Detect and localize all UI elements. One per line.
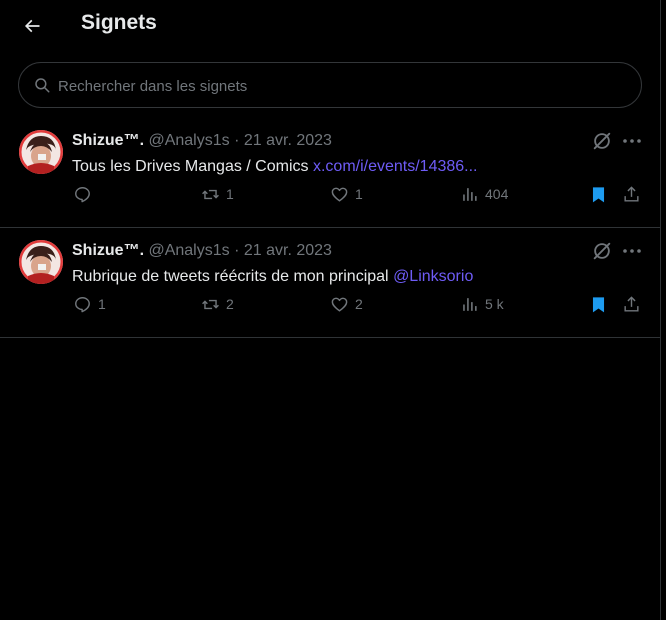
heart-icon — [331, 297, 348, 312]
retweet-button[interactable]: 2 — [201, 292, 234, 316]
author-name[interactable]: Shizue™. — [72, 242, 144, 259]
views-button[interactable]: 404 — [460, 182, 508, 206]
page-title: Signets — [81, 11, 157, 34]
retweet-count: 2 — [226, 296, 234, 312]
share-icon — [624, 295, 639, 312]
views-count: 404 — [485, 186, 509, 202]
share-button[interactable] — [622, 292, 641, 316]
more-options-icon[interactable] — [620, 130, 644, 152]
retweet-icon — [202, 299, 219, 309]
tweet-text: Rubrique de tweets réécrits de mon princ… — [72, 268, 473, 286]
page-header: Signets — [0, 0, 661, 52]
views-button[interactable]: 5 k — [460, 292, 504, 316]
like-count: 1 — [355, 186, 363, 202]
avatar[interactable] — [19, 130, 63, 174]
reply-icon — [75, 186, 90, 202]
search-box[interactable] — [18, 62, 642, 109]
author-handle[interactable]: @Analys1s — [148, 242, 229, 259]
avatar[interactable] — [19, 240, 63, 284]
grok-icon[interactable] — [591, 240, 613, 262]
like-button[interactable]: 2 — [330, 292, 363, 316]
like-button[interactable]: 1 — [330, 182, 363, 206]
tweet-link[interactable]: x.com/i/events/14386... — [313, 158, 478, 175]
share-button[interactable] — [622, 182, 641, 206]
bookmark-icon — [592, 186, 605, 202]
like-count: 2 — [355, 296, 363, 312]
tweet-body: Tous les Drives Mangas / Comics — [72, 158, 309, 175]
author-name[interactable]: Shizue™. — [72, 132, 144, 149]
tweet-text: Tous les Drives Mangas / Comics x.com/i/… — [72, 158, 478, 176]
bookmark-button[interactable] — [589, 292, 608, 316]
retweet-icon — [202, 189, 219, 199]
views-icon — [463, 297, 477, 311]
bookmark-icon — [592, 296, 605, 312]
views-icon — [463, 187, 477, 201]
reply-button[interactable]: 1 — [73, 292, 106, 316]
reply-icon — [75, 296, 90, 312]
tweet-item[interactable]: Shizue™. @Analys1s · 21 avr. 2023 Rubriq… — [0, 228, 661, 338]
dot-separator: · — [234, 132, 240, 149]
author-handle[interactable]: @Analys1s — [148, 132, 229, 149]
reply-count: 1 — [98, 296, 106, 312]
retweet-count: 1 — [226, 186, 234, 202]
views-count: 5 k — [485, 296, 504, 312]
search-input[interactable] — [56, 63, 620, 109]
reply-button[interactable] — [73, 182, 98, 206]
bookmarks-column: Signets Shizue™. @Analys1s · 21 avr. 2 — [0, 0, 661, 620]
dot-separator: · — [234, 242, 240, 259]
tweet-body: Rubrique de tweets réécrits de mon princ… — [72, 268, 389, 285]
more-options-icon[interactable] — [620, 240, 644, 262]
back-button[interactable] — [14, 8, 50, 44]
tweet-date[interactable]: 21 avr. 2023 — [244, 242, 332, 259]
tweet-actions: 1 1 404 — [0, 182, 661, 206]
share-icon — [624, 185, 639, 202]
heart-icon — [331, 187, 348, 202]
mention-link[interactable]: @Linksorio — [393, 268, 473, 285]
tweet-header: Shizue™. @Analys1s · 21 avr. 2023 — [72, 132, 332, 152]
tweet-item[interactable]: Shizue™. @Analys1s · 21 avr. 2023 Tous l… — [0, 118, 661, 228]
retweet-button[interactable]: 1 — [201, 182, 234, 206]
tweet-header: Shizue™. @Analys1s · 21 avr. 2023 — [72, 242, 332, 262]
arrow-left-icon — [24, 19, 40, 33]
tweet-date[interactable]: 21 avr. 2023 — [244, 132, 332, 149]
grok-icon[interactable] — [591, 130, 613, 152]
tweet-actions: 1 2 2 5 k — [0, 292, 661, 316]
search-icon — [35, 78, 50, 93]
bookmark-button[interactable] — [589, 182, 608, 206]
